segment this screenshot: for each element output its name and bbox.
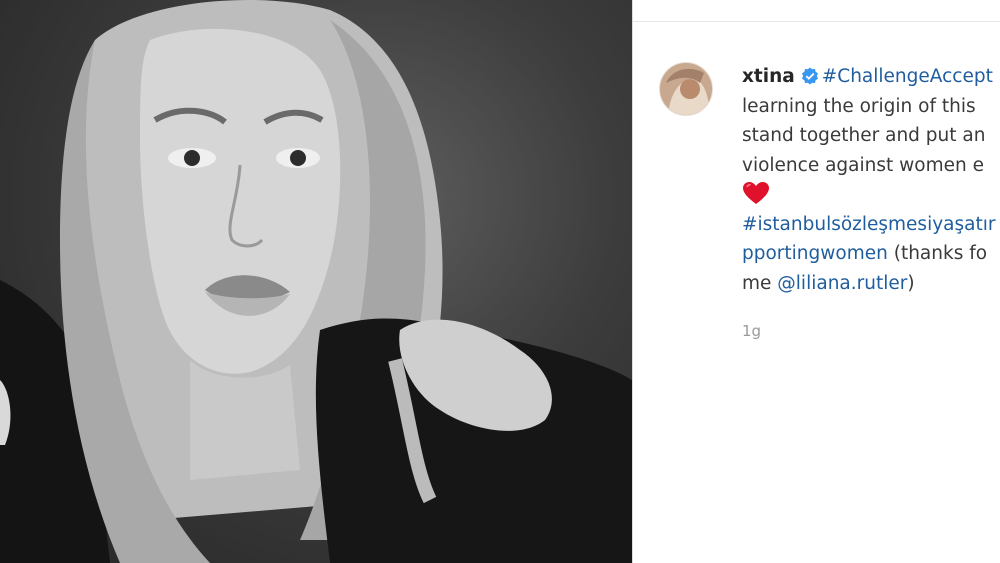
caption-thanks-text: (thanks fo — [887, 243, 988, 264]
post-timestamp[interactable]: 1g — [742, 322, 761, 340]
caption-line-6: #istanbulsözleşmesiyaşatır — [742, 210, 1000, 240]
header-divider — [633, 21, 1000, 22]
portrait-image — [0, 0, 632, 563]
caption-line-5 — [742, 180, 1000, 210]
mention-link[interactable]: @liliana.rutler — [777, 273, 907, 294]
post-caption: xtina #ChallengeAccept learning the origi… — [742, 62, 1000, 298]
caption-line-1: xtina #ChallengeAccept — [742, 62, 1000, 92]
post-photo[interactable] — [0, 0, 632, 563]
caption-line-3: stand together and put an — [742, 125, 986, 146]
username-link[interactable]: xtina — [742, 66, 795, 87]
caption-line-8: me @liliana.rutler) — [742, 269, 1000, 299]
avatar-image — [660, 63, 712, 115]
hashtag-istanbul-link[interactable]: #istanbulsözleşmesiyaşatır — [742, 214, 995, 235]
caption-close-paren: ) — [907, 272, 915, 294]
red-heart-emoji-icon — [742, 181, 770, 205]
hashtag-challenge-link[interactable]: #ChallengeAccept — [822, 66, 993, 87]
caption-me-text: me — [742, 272, 778, 294]
hashtag-supporting-link[interactable]: pportingwomen — [742, 243, 888, 264]
panel-divider — [632, 0, 633, 563]
caption-line-4: violence against women e — [742, 154, 984, 176]
verified-badge-icon — [801, 65, 819, 85]
avatar[interactable] — [659, 62, 713, 116]
caption-line-2: learning the origin of this — [742, 95, 976, 117]
hashtag-supporting-part-1: pporting — [742, 243, 821, 264]
caption-line-7: pportingwomen (thanks fo — [742, 239, 1000, 269]
hashtag-supporting-part-2: women — [820, 243, 888, 264]
